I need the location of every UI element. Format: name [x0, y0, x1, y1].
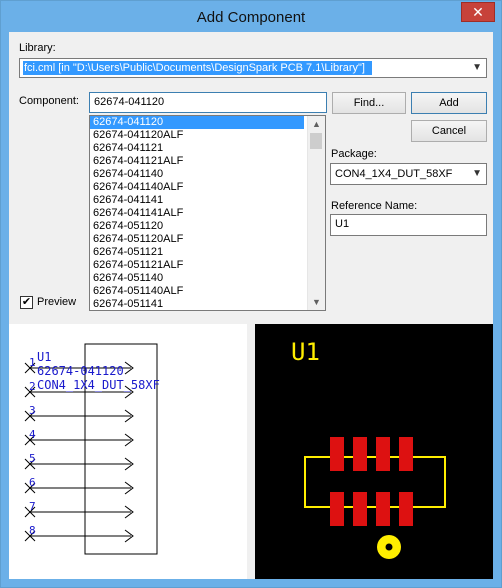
pin-number: 2 [29, 380, 36, 393]
pin-number: 5 [29, 452, 36, 465]
component-list-item[interactable]: 62674-051121 [90, 246, 325, 259]
package-value: CON4_1X4_DUT_58XF [335, 168, 453, 180]
pin-number: 7 [29, 500, 36, 513]
chevron-down-icon: ▼ [472, 168, 482, 179]
component-list[interactable]: 62674-041120 62674-041120ALF 62674-041121 6… [89, 115, 326, 311]
component-list-item[interactable]: 62674-041121 [90, 142, 325, 155]
pin-number: 3 [29, 404, 36, 417]
pcb-footprint: U1 [291, 338, 446, 559]
package-label: Package: [331, 148, 377, 160]
mounting-hole-drill [385, 543, 393, 551]
pin-number: 6 [29, 476, 36, 489]
pad-7 [376, 492, 390, 526]
window-title: Add Component [196, 9, 306, 26]
component-list-item[interactable]: 62674-041120 [90, 116, 304, 129]
pin-number: 1 [29, 356, 36, 369]
cancel-button[interactable]: Cancel [411, 120, 487, 142]
pad-5 [330, 492, 344, 526]
component-list-item[interactable]: 62674-051120 [90, 220, 325, 233]
component-label: Component: [19, 95, 79, 107]
pin-number: 8 [29, 524, 36, 537]
pad-8 [399, 492, 413, 526]
schematic-symbol: 1 2 3 4 5 6 7 8 U1 62674-041120 CON4_1X4_DUT_58… [24, 343, 160, 555]
reference-name-label: Reference Name: [331, 200, 418, 212]
close-icon[interactable]: ✕ [461, 2, 495, 22]
schematic-package-text: CON4_1X4_DUT_58XF [37, 378, 160, 392]
pcb-ref-text: U1 [291, 338, 320, 366]
pad-4 [399, 437, 413, 471]
preview-checkbox[interactable]: ✔ [20, 296, 33, 309]
library-dropdown[interactable]: fci.cml [in "D:\Users\Public\Documents\D… [19, 58, 487, 78]
schematic-part-text: 62674-041120 [37, 364, 124, 378]
component-list-item[interactable]: 62674-041140 [90, 168, 325, 181]
library-label: Library: [19, 42, 56, 54]
component-list-item[interactable]: 62674-041141ALF [90, 207, 325, 220]
library-value: fci.cml [in "D:\Users\Public\Documents\D… [23, 61, 372, 75]
footprint-outline [304, 456, 446, 508]
component-list-scrollbar[interactable]: ▲ ▼ [307, 116, 325, 310]
pcb-footprint-preview: U1 [255, 324, 493, 579]
pad-1 [330, 437, 344, 471]
schematic-preview: 1 2 3 4 5 6 7 8 U1 62674-041120 CON4_1X4_DUT_58… [9, 324, 247, 579]
component-list-item[interactable]: 62674-051140ALF [90, 285, 325, 298]
scroll-up-icon[interactable]: ▲ [308, 116, 325, 132]
reference-name-input[interactable]: U1 [330, 214, 487, 236]
component-list-item[interactable]: 62674-041141 [90, 194, 325, 207]
component-list-item[interactable]: 62674-041140ALF [90, 181, 325, 194]
chevron-down-icon: ▼ [472, 62, 482, 73]
add-component-dialog: Add Component ✕ Library: fci.cml [in "D:… [0, 0, 502, 588]
scroll-down-icon[interactable]: ▼ [308, 294, 325, 310]
title-bar: Add Component ✕ [1, 1, 501, 33]
schematic-ref-text: U1 [37, 350, 51, 364]
component-list-item[interactable]: 62674-041120ALF [90, 129, 325, 142]
component-list-item[interactable]: 62674-051140 [90, 272, 325, 285]
package-dropdown[interactable]: CON4_1X4_DUT_58XF ▼ [330, 163, 487, 185]
component-list-item[interactable]: 62674-051120ALF [90, 233, 325, 246]
component-list-item[interactable]: 62674-051121ALF [90, 259, 325, 272]
component-input[interactable]: 62674-041120 [89, 92, 327, 113]
preview-label: Preview [37, 296, 77, 308]
dialog-body: Library: fci.cml [in "D:\Users\Public\Do… [9, 32, 493, 579]
scroll-thumb[interactable] [310, 133, 322, 149]
pad-6 [353, 492, 367, 526]
pad-2 [353, 437, 367, 471]
pad-3 [376, 437, 390, 471]
component-list-item[interactable]: 62674-051141 [90, 298, 325, 310]
pin-number: 4 [29, 428, 36, 441]
component-list-item[interactable]: 62674-041121ALF [90, 155, 325, 168]
find-button[interactable]: Find... [332, 92, 406, 114]
add-button[interactable]: Add [411, 92, 487, 114]
